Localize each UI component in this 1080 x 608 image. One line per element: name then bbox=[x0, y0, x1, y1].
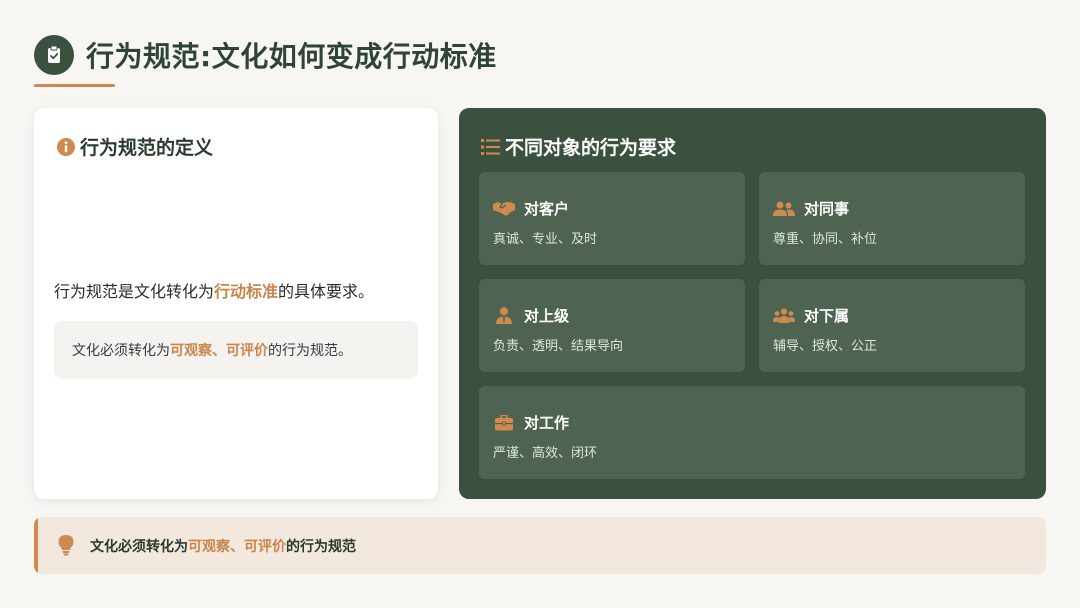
requirement-title: 对工作 bbox=[524, 414, 570, 432]
requirements-heading-label: 不同对象的行为要求 bbox=[505, 137, 677, 159]
note-suffix: 的行为规范。 bbox=[268, 343, 352, 359]
page-title: 行为规范:文化如何变成行动标准 bbox=[86, 40, 497, 73]
handshake-icon bbox=[493, 200, 515, 218]
requirement-item-colleague: 对同事 尊重、协同、补位 bbox=[759, 172, 1025, 265]
definition-text: 行为规范是文化转化为行动标准的具体要求。 bbox=[54, 278, 374, 302]
requirement-desc: 辅导、授权、公正 bbox=[773, 339, 878, 354]
requirement-item-work: 对工作 严谨、高效、闭环 bbox=[479, 386, 1025, 479]
page-header: 行为规范:文化如何变成行动标准 bbox=[34, 34, 497, 76]
definition-prefix: 行为规范是文化转化为 bbox=[54, 282, 215, 301]
requirement-item-subordinate: 对下属 辅导、授权、公正 bbox=[759, 279, 1025, 372]
requirement-desc: 严谨、高效、闭环 bbox=[493, 446, 598, 461]
clipboard-check-icon bbox=[34, 35, 74, 75]
requirement-desc: 尊重、协同、补位 bbox=[773, 232, 878, 247]
note-highlight: 可观察、可评价 bbox=[170, 343, 268, 359]
title-underline bbox=[34, 84, 115, 87]
requirements-card: 不同对象的行为要求 对客户 真诚、专业、及时 对同事 尊重、协同、补位 对上级 … bbox=[459, 108, 1046, 499]
summary-text: 文化必须转化为可观察、可评价的行为规范 bbox=[90, 536, 356, 556]
briefcase-icon bbox=[493, 414, 515, 432]
definition-note-box: 文化必须转化为 可观察、可评价 的行为规范。 bbox=[54, 321, 418, 379]
requirement-item-customer: 对客户 真诚、专业、及时 bbox=[479, 172, 745, 265]
definition-highlight: 行动标准 bbox=[214, 282, 279, 301]
lightbulb-icon bbox=[57, 534, 75, 560]
summary-accent bbox=[34, 517, 38, 574]
summary-highlight: 可观察、可评价 bbox=[188, 539, 286, 555]
users-icon bbox=[773, 200, 795, 218]
list-icon bbox=[481, 138, 501, 156]
info-circle-icon bbox=[56, 137, 76, 157]
requirement-desc: 真诚、专业、及时 bbox=[493, 232, 598, 247]
requirement-title: 对客户 bbox=[524, 200, 570, 218]
user-tie-icon bbox=[493, 307, 515, 325]
summary-suffix: 的行为规范 bbox=[286, 539, 356, 555]
definition-heading: 行为规范的定义 bbox=[56, 133, 213, 160]
summary-prefix: 文化必须转化为 bbox=[90, 539, 188, 555]
people-group-icon bbox=[773, 307, 795, 325]
definition-card: 行为规范的定义 行为规范是文化转化为行动标准的具体要求。 文化必须转化为 可观察、… bbox=[34, 108, 438, 499]
requirement-desc: 负责、透明、结果导向 bbox=[493, 339, 624, 354]
summary-bar: 文化必须转化为可观察、可评价的行为规范 bbox=[34, 517, 1046, 574]
note-prefix: 文化必须转化为 bbox=[72, 343, 170, 359]
requirement-title: 对同事 bbox=[804, 200, 850, 218]
definition-heading-label: 行为规范的定义 bbox=[80, 137, 214, 159]
requirements-heading: 不同对象的行为要求 bbox=[481, 133, 676, 160]
requirement-title: 对下属 bbox=[804, 307, 850, 325]
definition-suffix: 的具体要求。 bbox=[278, 282, 375, 301]
requirement-item-superior: 对上级 负责、透明、结果导向 bbox=[479, 279, 745, 372]
requirement-title: 对上级 bbox=[524, 307, 570, 325]
